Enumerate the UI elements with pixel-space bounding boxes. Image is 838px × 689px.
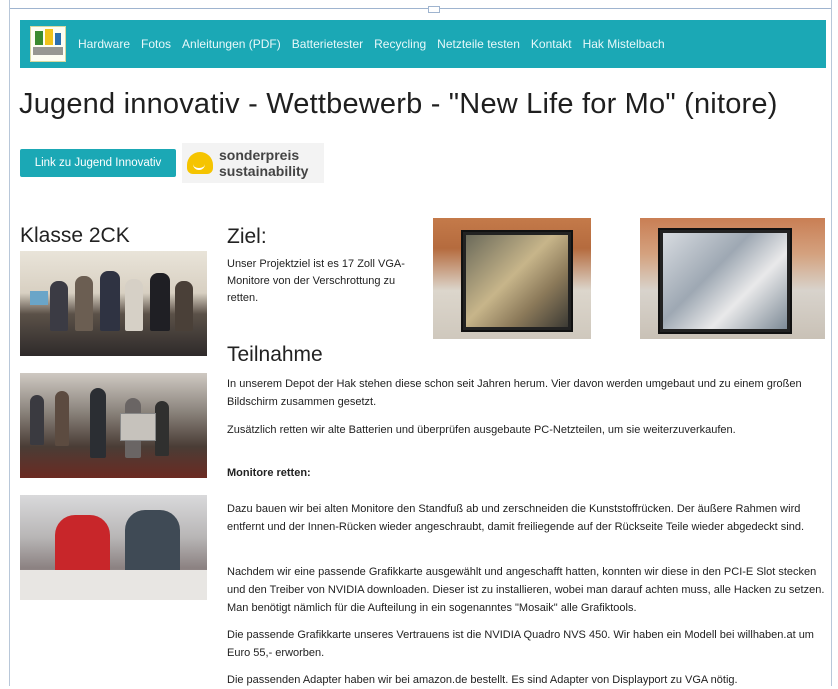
navbar: Hardware Fotos Anleitungen (PDF) Batteri…: [20, 20, 826, 68]
students-at-computer-photo: [20, 495, 207, 600]
browser-left-edge: [0, 0, 10, 686]
nav-item-hak-mistelbach[interactable]: Hak Mistelbach: [583, 37, 665, 51]
site-logo[interactable]: [30, 26, 66, 62]
nav-item-anleitungen[interactable]: Anleitungen (PDF): [182, 37, 281, 51]
nav-item-hardware[interactable]: Hardware: [78, 37, 130, 51]
page-title: Jugend innovativ - Wettbewerb - "New Lif…: [19, 88, 778, 120]
cloud-icon: [187, 152, 213, 174]
monitor-wall-photo-1: [433, 218, 591, 339]
browser-right-edge: [831, 0, 838, 686]
browser-top-edge: [0, 0, 838, 9]
class-heading: Klasse 2CK: [20, 224, 130, 247]
participation-paragraph-1: In unserem Depot der Hak stehen diese sc…: [227, 378, 802, 408]
nav-item-kontakt[interactable]: Kontakt: [531, 37, 572, 51]
rescue-monitors-heading: Monitore retten:: [227, 467, 311, 479]
nav-item-recycling[interactable]: Recycling: [374, 37, 426, 51]
monitor-wall-photo-2: [640, 218, 825, 339]
goal-heading: Ziel:: [227, 225, 267, 248]
resize-handle[interactable]: [428, 6, 440, 13]
sustainability-badge: sonderpreis sustainability: [182, 143, 324, 183]
participation-paragraph-2: Zusätzlich retten wir alte Batterien und…: [227, 424, 736, 436]
nav-item-fotos[interactable]: Fotos: [141, 37, 171, 51]
participation-heading: Teilnahme: [227, 343, 323, 366]
badge-line2: sustainability: [219, 163, 309, 179]
rescue-paragraph-3: Die passende Grafikkarte unseres Vertrau…: [227, 629, 814, 659]
rescue-paragraph-4: Die passenden Adapter haben wir bei amaz…: [227, 674, 738, 686]
badge-line1: sonderpreis: [219, 147, 300, 163]
goal-text: Unser Projektziel ist es 17 Zoll VGA-Mon…: [227, 258, 405, 304]
jugend-innovativ-link-button[interactable]: Link zu Jugend Innovativ: [20, 149, 176, 177]
rescue-paragraph-1: Dazu bauen wir bei alten Monitore den St…: [227, 503, 805, 533]
nav-item-netzteile[interactable]: Netzteile testen: [437, 37, 520, 51]
class-group-photo: [20, 251, 207, 356]
students-carrying-monitors-photo: [20, 373, 207, 478]
rescue-paragraph-2: Nachdem wir eine passende Grafikkarte au…: [227, 566, 825, 614]
nav-item-batterietester[interactable]: Batterietester: [292, 37, 363, 51]
